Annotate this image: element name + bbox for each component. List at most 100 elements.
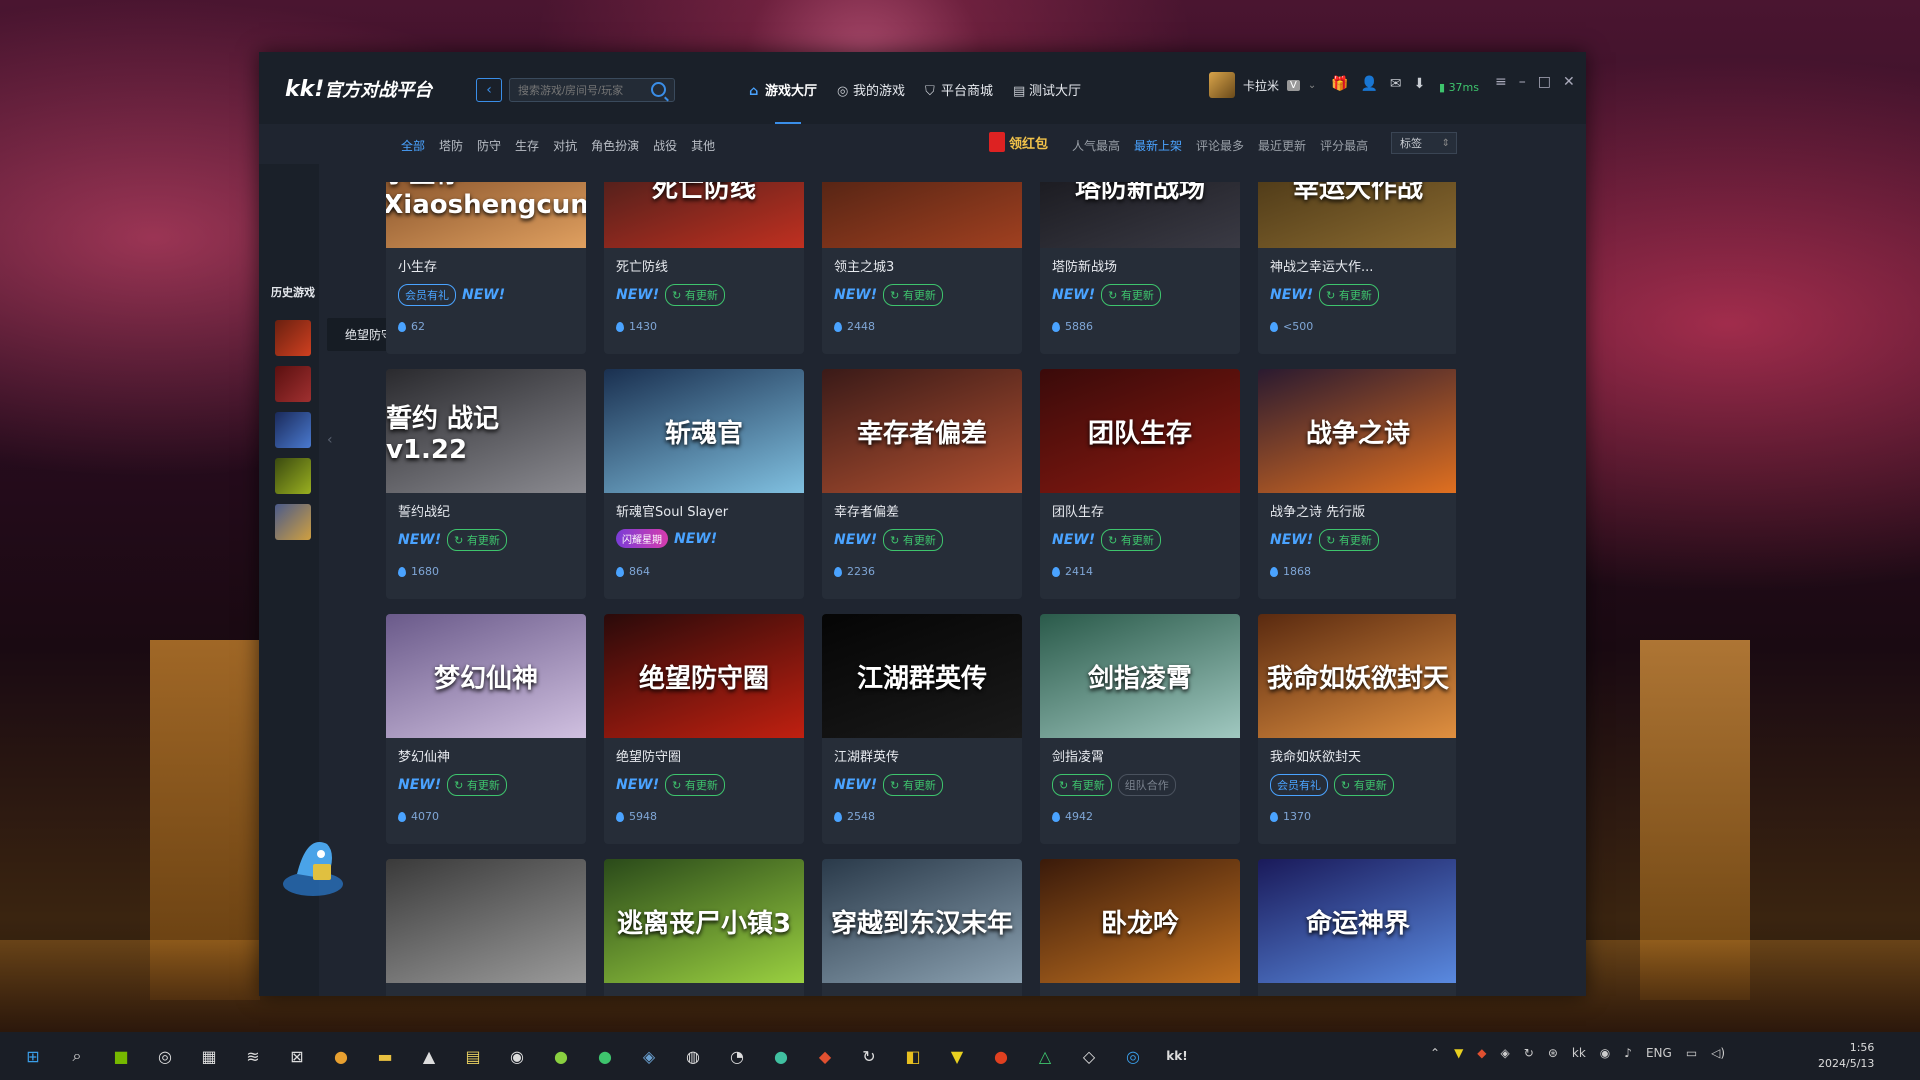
nav-tab-1[interactable]: ◎ 我的游戏 [837, 80, 905, 100]
game-card[interactable]: 塔防新战场 塔防新战场 NEW! ↻ 有更新 5886 [1040, 182, 1240, 354]
game-card[interactable]: 穿越到东汉末年 [822, 859, 1022, 996]
category-tab-3[interactable]: 生存 [515, 137, 539, 154]
game-card[interactable]: 江湖群英传 江湖群英传 NEW! ↻ 有更新 2548 [822, 614, 1022, 844]
search-icon[interactable]: ⌕ [62, 1042, 92, 1070]
game-title[interactable]: 小生存 [398, 256, 437, 275]
category-tab-4[interactable]: 对抗 [553, 137, 577, 154]
history-game-thumb[interactable] [275, 412, 311, 448]
nav-tab-3[interactable]: ▤ 测试大厅 [1013, 80, 1081, 100]
microphone-icon[interactable]: ♪ [1624, 1046, 1632, 1060]
game-title[interactable]: 梦幻仙神 [398, 746, 450, 765]
app-icon[interactable]: ▼ [942, 1042, 972, 1070]
game-card[interactable]: 死亡防线 死亡防线 NEW! ↻ 有更新 1430 [604, 182, 804, 354]
category-tab-0[interactable]: 全部 [401, 137, 425, 154]
game-thumbnail[interactable]: 小生存 Xiaoshengcun [386, 182, 586, 248]
sort-option-4[interactable]: 评分最高 [1320, 137, 1368, 154]
game-title[interactable]: 死亡防线 [616, 256, 668, 275]
steam-icon[interactable]: ◈ [634, 1042, 664, 1070]
game-title[interactable]: 斩魂官Soul Slayer [616, 501, 728, 520]
game-thumbnail[interactable]: 命运神界 [1258, 859, 1456, 983]
app-icon[interactable]: ◆ [810, 1042, 840, 1070]
app-icon[interactable]: ◉ [502, 1042, 532, 1070]
game-title[interactable]: 剑指凌霄 [1052, 746, 1104, 765]
game-card[interactable]: 誓约 战记 v1.22 誓约战纪 NEW! ↻ 有更新 1680 [386, 369, 586, 599]
app-icon[interactable]: ● [546, 1042, 576, 1070]
history-game-thumb[interactable] [275, 504, 311, 540]
friends-icon[interactable]: 👤 [1360, 76, 1377, 92]
maximize-icon[interactable]: □ [1538, 74, 1551, 90]
avatar[interactable] [1209, 72, 1235, 98]
game-thumbnail[interactable]: 绝望防守圈 [604, 614, 804, 738]
game-thumbnail[interactable]: 斩魂官 [604, 369, 804, 493]
app-icon[interactable]: ⊠ [282, 1042, 312, 1070]
game-thumbnail[interactable] [386, 859, 586, 983]
tag-select[interactable]: 标签 [1391, 132, 1457, 155]
collapse-sidebar-icon[interactable]: ‹ [327, 432, 333, 448]
game-card[interactable]: 梦幻仙神 梦幻仙神 NEW! ↻ 有更新 4070 [386, 614, 586, 844]
game-title[interactable]: 领主之城3 [834, 256, 894, 275]
game-card[interactable]: 绝望防守圈 绝望防守圈 NEW! ↻ 有更新 5948 [604, 614, 804, 844]
game-card[interactable] [386, 859, 586, 996]
minimize-icon[interactable]: – [1519, 74, 1526, 90]
chrome-icon[interactable]: ● [326, 1042, 356, 1070]
folder-icon[interactable]: ▬ [370, 1042, 400, 1070]
sort-option-3[interactable]: 最近更新 [1258, 137, 1306, 154]
gift-icon[interactable]: 🎁 [1331, 76, 1348, 92]
game-thumbnail[interactable] [822, 182, 1022, 248]
kk-platform-icon[interactable]: kk! [1162, 1042, 1192, 1070]
app-icon[interactable]: △ [1030, 1042, 1060, 1070]
chevron-down-icon[interactable]: ⌄ [1308, 80, 1316, 91]
network-icon[interactable]: ▭ [1686, 1046, 1697, 1060]
username[interactable]: 卡拉米 [1243, 77, 1279, 94]
wechat-icon[interactable]: ● [590, 1042, 620, 1070]
language-indicator[interactable]: ENG [1646, 1046, 1672, 1060]
history-game-thumb[interactable] [275, 458, 311, 494]
app-icon[interactable]: ◔ [722, 1042, 752, 1070]
game-card[interactable]: 逃离丧尸小镇3 [604, 859, 804, 996]
category-tab-7[interactable]: 其他 [691, 137, 715, 154]
game-card[interactable]: 团队生存 团队生存 NEW! ↻ 有更新 2414 [1040, 369, 1240, 599]
back-button[interactable]: ‹ [476, 78, 502, 102]
red-envelope-button[interactable]: 领红包 [989, 132, 1048, 152]
game-card[interactable]: 小生存 Xiaoshengcun 小生存会员有礼 NEW! 62 [386, 182, 586, 354]
app-icon[interactable]: ≋ [238, 1042, 268, 1070]
download-icon[interactable]: ⬇ [1414, 76, 1426, 92]
sort-option-1[interactable]: 最新上架 [1134, 137, 1182, 154]
game-card[interactable]: 幸运大作战 神战之幸运大作... NEW! ↻ 有更新 <500 [1258, 182, 1456, 354]
ea-icon[interactable]: ● [986, 1042, 1016, 1070]
category-tab-6[interactable]: 战役 [653, 137, 677, 154]
app-icon[interactable]: ● [766, 1042, 796, 1070]
game-thumbnail[interactable]: 逃离丧尸小镇3 [604, 859, 804, 983]
history-game-thumb[interactable] [275, 366, 311, 402]
app-icon[interactable]: ◧ [898, 1042, 928, 1070]
sort-option-2[interactable]: 评论最多 [1196, 137, 1244, 154]
nvidia-icon[interactable]: ■ [106, 1042, 136, 1070]
game-title[interactable]: 战争之诗 先行版 [1270, 501, 1365, 520]
windows-start-icon[interactable]: ⊞ [18, 1042, 48, 1070]
game-card[interactable]: 领主之城3 NEW! ↻ 有更新 2448 [822, 182, 1022, 354]
game-thumbnail[interactable]: 卧龙吟 [1040, 859, 1240, 983]
history-game-thumb[interactable] [275, 320, 311, 356]
tray-icon[interactable]: ⊛ [1548, 1046, 1558, 1060]
nav-tab-0[interactable]: ⌂ 游戏大厅 [749, 80, 817, 100]
notepad-icon[interactable]: ▤ [458, 1042, 488, 1070]
game-title[interactable]: 团队生存 [1052, 501, 1104, 520]
category-tab-1[interactable]: 塔防 [439, 137, 463, 154]
game-card[interactable]: 战争之诗 战争之诗 先行版 NEW! ↻ 有更新 1868 [1258, 369, 1456, 599]
game-title[interactable]: 塔防新战场 [1052, 256, 1117, 275]
game-card[interactable]: 卧龙吟 [1040, 859, 1240, 996]
game-title[interactable]: 我命如妖欲封天 [1270, 746, 1361, 765]
kk-tray-icon[interactable]: kk [1572, 1046, 1586, 1060]
app-icon[interactable]: ◍ [678, 1042, 708, 1070]
volume-icon[interactable]: ◁) [1711, 1046, 1725, 1060]
app-icon[interactable]: ▲ [414, 1042, 444, 1070]
game-thumbnail[interactable]: 幸存者偏差 [822, 369, 1022, 493]
app-icon[interactable]: ◇ [1074, 1042, 1104, 1070]
game-thumbnail[interactable]: 穿越到东汉末年 [822, 859, 1022, 983]
game-thumbnail[interactable]: 团队生存 [1040, 369, 1240, 493]
game-thumbnail[interactable]: 幸运大作战 [1258, 182, 1456, 248]
app-icon[interactable]: ↻ [854, 1042, 884, 1070]
game-thumbnail[interactable]: 战争之诗 [1258, 369, 1456, 493]
steam-tray-icon[interactable]: ◈ [1501, 1046, 1510, 1060]
game-card[interactable]: 剑指凌霄 剑指凌霄 ↻ 有更新 组队合作 4942 [1040, 614, 1240, 844]
